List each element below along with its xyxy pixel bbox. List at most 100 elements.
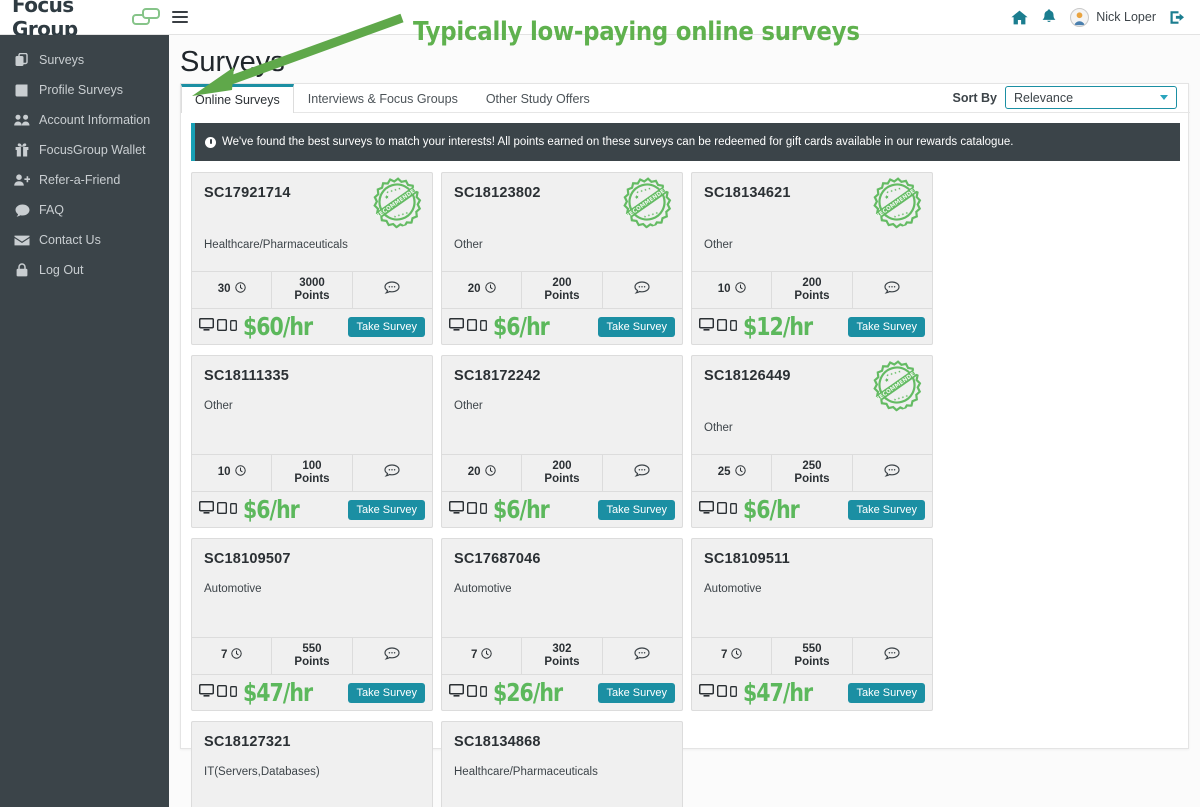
survey-id: SC17687046: [454, 551, 541, 567]
survey-points-label: Points: [794, 656, 830, 668]
logout-icon[interactable]: [1170, 10, 1186, 25]
comment-bubble-icon[interactable]: [634, 464, 650, 481]
clock-icon: [481, 648, 493, 663]
survey-points-value: 100: [302, 459, 322, 472]
survey-card[interactable]: SC17921714 ★ ★ ★ ★ ★ ★ ★ ★ RECOMMENDED H…: [191, 172, 433, 345]
book-icon: [14, 83, 30, 97]
phone-icon: [730, 501, 737, 519]
tablet-icon: [216, 501, 228, 519]
sidebar-item-faq[interactable]: FAQ: [0, 195, 169, 225]
survey-card[interactable]: SC18109511 Automotive 7 550 Points $47/h…: [691, 538, 933, 711]
take-survey-button[interactable]: Take Survey: [348, 682, 425, 703]
survey-category: Healthcare/Pharmaceuticals: [204, 239, 348, 251]
sidebar-item-focusgroup-wallet[interactable]: FocusGroup Wallet: [0, 135, 169, 165]
comment-bubble-icon[interactable]: [884, 281, 900, 298]
tab-label: Other Study Offers: [485, 92, 590, 106]
survey-duration: 7: [221, 648, 243, 663]
recommended-badge: ★ ★ ★ ★ ★ ★ ★ ★ RECOMMENDED: [866, 171, 928, 233]
survey-card[interactable]: SC18134868 Healthcare/Pharmaceuticals 5 …: [441, 721, 683, 807]
survey-points-label: Points: [794, 290, 830, 302]
survey-comment-cell[interactable]: [351, 272, 432, 308]
user-menu[interactable]: Nick Loper: [1070, 7, 1156, 27]
survey-category: IT(Servers,Databases): [204, 766, 320, 778]
survey-comment-cell[interactable]: [601, 272, 682, 308]
survey-card-header: SC18109507 Automotive: [192, 539, 432, 637]
take-survey-button[interactable]: Take Survey: [848, 499, 925, 520]
survey-comment-cell[interactable]: [851, 638, 932, 674]
take-survey-button[interactable]: Take Survey: [848, 316, 925, 337]
survey-id: SC18134868: [454, 734, 541, 750]
sidebar-item-account-information[interactable]: Account Information: [0, 105, 169, 135]
info-circle-icon: [205, 136, 216, 148]
bell-icon[interactable]: [1042, 9, 1056, 25]
survey-card-header: SC17921714 ★ ★ ★ ★ ★ ★ ★ ★ RECOMMENDED H…: [192, 173, 432, 271]
survey-comment-cell[interactable]: [351, 638, 432, 674]
phone-icon: [730, 684, 737, 702]
take-survey-button[interactable]: Take Survey: [598, 682, 675, 703]
desktop-icon: [698, 317, 715, 336]
tablet-icon: [466, 501, 478, 519]
survey-rate: $6/hr: [243, 495, 300, 524]
survey-card-footer: $6/hr Take Survey: [442, 492, 682, 527]
hamburger-icon[interactable]: [172, 11, 188, 23]
tab-online-surveys[interactable]: Online Surveys: [181, 84, 294, 113]
sidebar-item-log-out[interactable]: Log Out: [0, 255, 169, 285]
comment-icon: [14, 203, 30, 217]
home-icon[interactable]: [1011, 10, 1028, 25]
survey-comment-cell[interactable]: [601, 455, 682, 491]
tablet-icon: [716, 684, 728, 702]
tab-interviews-focus-groups[interactable]: Interviews & Focus Groups: [294, 84, 472, 113]
survey-card[interactable]: SC18111335 Other 10 100 Points $6/hr Tak…: [191, 355, 433, 528]
comment-bubble-icon[interactable]: [384, 647, 400, 664]
survey-stats: 10 100 Points: [192, 454, 432, 492]
comment-bubble-icon[interactable]: [634, 281, 650, 298]
survey-comment-cell[interactable]: [851, 455, 932, 491]
comment-bubble-icon[interactable]: [384, 281, 400, 298]
sidebar-item-surveys[interactable]: Surveys: [0, 45, 169, 75]
survey-card-header: SC18109511 Automotive: [692, 539, 932, 637]
survey-duration-cell: 10: [692, 272, 771, 308]
survey-card[interactable]: SC17687046 Automotive 7 302 Points $26/h…: [441, 538, 683, 711]
survey-card[interactable]: SC18127321 IT(Servers,Databases) 15 150 …: [191, 721, 433, 807]
survey-card-footer: $47/hr Take Survey: [692, 675, 932, 710]
comment-bubble-icon[interactable]: [634, 647, 650, 664]
survey-card[interactable]: SC18172242 Other 20 200 Points $6/hr Tak…: [441, 355, 683, 528]
sidebar-item-refer-a-friend[interactable]: Refer-a-Friend: [0, 165, 169, 195]
survey-comment-cell[interactable]: [851, 272, 932, 308]
supported-devices: [448, 500, 487, 519]
sidebar-item-contact-us[interactable]: Contact Us: [0, 225, 169, 255]
take-survey-button[interactable]: Take Survey: [348, 499, 425, 520]
phone-icon: [230, 684, 237, 702]
survey-card-footer: $12/hr Take Survey: [692, 309, 932, 344]
survey-comment-cell[interactable]: [601, 638, 682, 674]
survey-card[interactable]: SC18126449 ★ ★ ★ ★ ★ ★ ★ ★ RECOMMENDED O…: [691, 355, 933, 528]
sidebar-item-profile-surveys[interactable]: Profile Surveys: [0, 75, 169, 105]
survey-card-footer: $26/hr Take Survey: [442, 675, 682, 710]
survey-points-value: 200: [552, 459, 572, 472]
survey-points-value: 250: [802, 459, 822, 472]
take-survey-button[interactable]: Take Survey: [598, 499, 675, 520]
comment-bubble-icon[interactable]: [884, 464, 900, 481]
take-survey-button[interactable]: Take Survey: [848, 682, 925, 703]
comment-bubble-icon[interactable]: [884, 647, 900, 664]
survey-card[interactable]: SC18123802 ★ ★ ★ ★ ★ ★ ★ ★ RECOMMENDED O…: [441, 172, 683, 345]
survey-comment-cell[interactable]: [351, 455, 432, 491]
survey-points-label: Points: [794, 473, 830, 485]
survey-id: SC18127321: [204, 734, 291, 750]
take-survey-button[interactable]: Take Survey: [348, 316, 425, 337]
sort-by-control: Sort By Relevance: [953, 86, 1177, 109]
survey-stats: 30 3000 Points: [192, 271, 432, 309]
recommended-badge: ★ ★ ★ ★ ★ ★ ★ ★ RECOMMENDED: [866, 354, 928, 416]
survey-points-value: 3000: [299, 276, 325, 289]
survey-duration-cell: 20: [442, 455, 521, 491]
survey-card[interactable]: SC18109507 Automotive 7 550 Points $47/h…: [191, 538, 433, 711]
take-survey-button[interactable]: Take Survey: [598, 316, 675, 337]
survey-duration-cell: 7: [192, 638, 271, 674]
survey-card[interactable]: SC18134621 ★ ★ ★ ★ ★ ★ ★ ★ RECOMMENDED O…: [691, 172, 933, 345]
survey-card-header: SC18134868 Healthcare/Pharmaceuticals: [442, 722, 682, 807]
tab-other-study-offers[interactable]: Other Study Offers: [472, 84, 604, 113]
clock-icon: [484, 465, 496, 480]
sort-by-select[interactable]: Relevance: [1005, 86, 1177, 109]
comment-bubble-icon[interactable]: [384, 464, 400, 481]
supported-devices: [698, 317, 737, 336]
